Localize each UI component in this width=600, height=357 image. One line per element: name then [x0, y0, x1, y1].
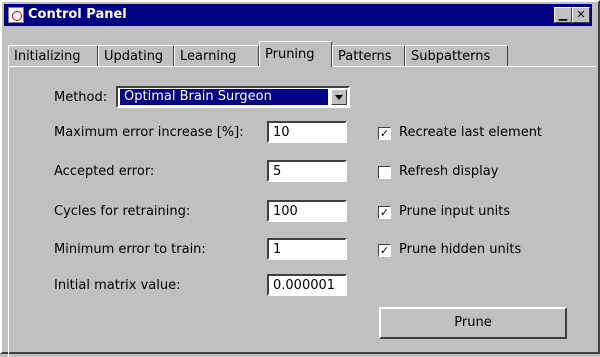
tab-updating[interactable]: Updating — [98, 45, 174, 67]
cycles-for-retraining-field[interactable]: 100 — [267, 200, 347, 222]
cycles-for-retraining-label: Cycles for retraining: — [54, 204, 191, 219]
tab-learning[interactable]: Learning — [174, 45, 259, 67]
initial-matrix-value-field[interactable]: 0.000001 — [267, 274, 347, 296]
recreate-last-element-checkbox[interactable]: ✓ — [378, 127, 391, 140]
prune-hidden-units-label: Prune hidden units — [399, 242, 522, 257]
tab-bar: Initializing Updating Learning Pruning P… — [8, 37, 588, 67]
minimize-icon: ▁ — [558, 8, 568, 21]
initial-matrix-value-label: Initial matrix value: — [54, 278, 181, 293]
app-icon — [8, 7, 24, 23]
window-title: Control Panel — [28, 7, 127, 22]
minimum-error-to-train-field[interactable]: 1 — [267, 238, 347, 260]
method-select[interactable]: Optimal Brain Surgeon — [116, 86, 350, 108]
max-error-increase-label: Maximum error increase [%]: — [54, 125, 244, 140]
accepted-error-label: Accepted error: — [54, 164, 155, 179]
close-icon: ✕ — [576, 8, 586, 21]
refresh-display-label: Refresh display — [399, 164, 499, 179]
recreate-last-element-label: Recreate last element — [399, 125, 543, 140]
prune-input-units-label: Prune input units — [399, 204, 511, 219]
tab-subpatterns[interactable]: Subpatterns — [405, 45, 508, 67]
accepted-error-field[interactable]: 5 — [267, 160, 347, 182]
prune-input-units-checkbox[interactable]: ✓ — [378, 206, 391, 219]
prune-hidden-units-checkbox[interactable]: ✓ — [378, 244, 391, 257]
close-button[interactable]: ✕ — [572, 7, 590, 23]
refresh-display-checkbox[interactable] — [378, 166, 391, 179]
tab-patterns[interactable]: Patterns — [332, 45, 405, 67]
control-panel-window: Control Panel ▁ ✕ Initializing Updating … — [0, 0, 600, 357]
method-selected-value: Optimal Brain Surgeon — [120, 89, 328, 105]
tab-pruning[interactable]: Pruning — [259, 41, 332, 67]
tab-initializing[interactable]: Initializing — [8, 45, 98, 67]
method-label: Method: — [54, 90, 108, 105]
minimize-button[interactable]: ▁ — [554, 7, 572, 23]
title-bar[interactable]: Control Panel ▁ ✕ — [4, 4, 592, 26]
prune-button[interactable]: Prune — [379, 307, 567, 339]
max-error-increase-field[interactable]: 10 — [267, 121, 347, 143]
minimum-error-to-train-label: Minimum error to train: — [54, 242, 206, 257]
chevron-down-icon[interactable] — [331, 89, 347, 105]
